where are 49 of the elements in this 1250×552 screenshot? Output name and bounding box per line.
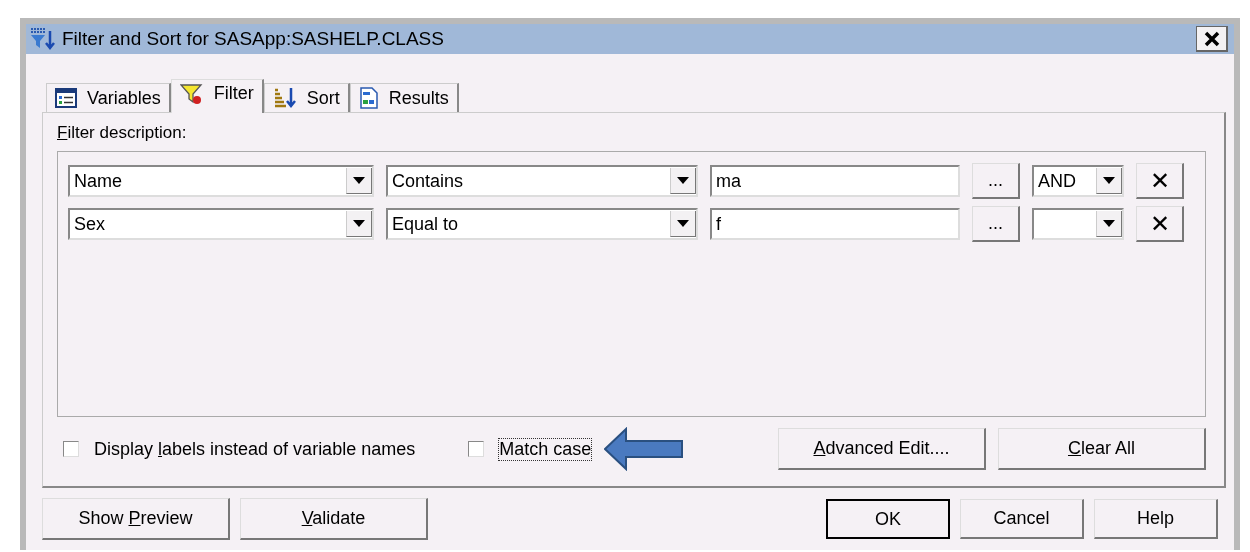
tab[interactable]: Variables bbox=[46, 83, 171, 112]
sort-icon bbox=[272, 87, 297, 109]
dropdown-button[interactable] bbox=[346, 211, 372, 237]
checkbox[interactable] bbox=[63, 441, 79, 457]
checkbox-label[interactable]: Display labels instead of variable names bbox=[93, 437, 417, 461]
list-icon bbox=[55, 88, 77, 108]
remove-button[interactable]: ✕ bbox=[1136, 206, 1184, 242]
dropdown-button[interactable] bbox=[346, 168, 372, 194]
panel-button[interactable]: Clear All bbox=[998, 428, 1206, 470]
remove-button[interactable]: ✕ bbox=[1136, 163, 1184, 199]
variable-dropdown[interactable]: Sex bbox=[68, 208, 374, 240]
tab[interactable]: Filter bbox=[170, 79, 264, 113]
caret-icon bbox=[1103, 177, 1115, 184]
arrow-icon bbox=[604, 427, 685, 471]
tab[interactable]: Sort bbox=[263, 83, 350, 112]
document-icon bbox=[358, 87, 379, 109]
dialog-button[interactable]: Cancel bbox=[960, 499, 1084, 539]
caret-icon bbox=[353, 177, 365, 184]
filter-description-label: Filter description: bbox=[57, 123, 188, 144]
tab[interactable]: Results bbox=[349, 83, 459, 112]
dropdown-button[interactable] bbox=[1096, 168, 1122, 194]
operator-dropdown[interactable]: Equal to bbox=[386, 208, 698, 240]
dialog-button[interactable]: Show Preview bbox=[42, 498, 230, 540]
panel-button[interactable]: Advanced Edit.... bbox=[778, 428, 986, 470]
operator-dropdown[interactable]: Contains bbox=[386, 165, 698, 197]
dialog-button[interactable]: OK bbox=[826, 499, 950, 539]
caret-icon bbox=[1103, 220, 1115, 227]
funnel-icon bbox=[179, 82, 204, 105]
conjunction-dropdown[interactable] bbox=[1032, 208, 1124, 240]
filter-sort-icon bbox=[30, 27, 56, 51]
dropdown-button[interactable] bbox=[1096, 211, 1122, 237]
value-field[interactable]: f bbox=[710, 208, 960, 240]
close-icon bbox=[1203, 30, 1220, 47]
caret-icon bbox=[353, 220, 365, 227]
dropdown-button[interactable] bbox=[670, 168, 696, 194]
close-button[interactable] bbox=[1196, 26, 1228, 52]
ellipsis-button[interactable]: ... bbox=[972, 163, 1020, 199]
window-title: Filter and Sort for SASApp:SASHELP.CLASS bbox=[62, 28, 445, 50]
conjunction-dropdown[interactable]: AND bbox=[1032, 165, 1124, 197]
dialog-button[interactable]: Help bbox=[1094, 499, 1218, 539]
dialog-button[interactable]: Validate bbox=[240, 498, 428, 540]
dropdown-button[interactable] bbox=[670, 211, 696, 237]
ellipsis-button[interactable]: ... bbox=[972, 206, 1020, 242]
checkbox[interactable] bbox=[468, 441, 485, 457]
value-field[interactable]: ma bbox=[710, 165, 960, 197]
caret-icon bbox=[677, 177, 689, 184]
variable-dropdown[interactable]: Name bbox=[68, 165, 374, 197]
checkbox-label[interactable]: Match case bbox=[498, 437, 593, 461]
caret-icon bbox=[677, 220, 689, 227]
